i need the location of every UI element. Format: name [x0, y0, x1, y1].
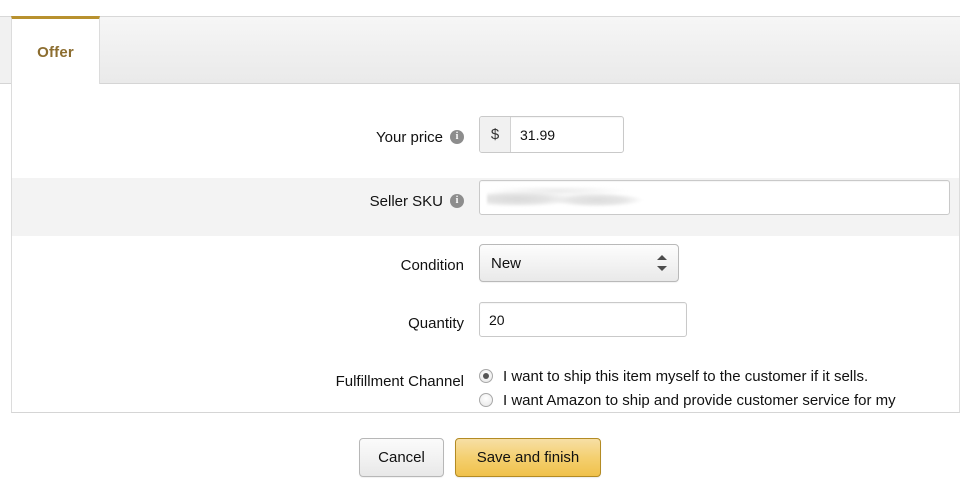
condition-label: Condition	[401, 257, 464, 274]
condition-select[interactable]: New	[479, 244, 679, 282]
your-price-label-cell: Your price i	[12, 114, 464, 150]
tab-bar: Offer	[0, 16, 960, 84]
info-icon[interactable]: i	[450, 130, 464, 144]
form-footer: Cancel Save and finish	[0, 438, 960, 482]
up-down-arrows-icon	[657, 254, 667, 272]
seller-sku-input-wrapper	[479, 180, 950, 215]
quantity-input[interactable]	[479, 302, 687, 337]
condition-select-value: New	[479, 244, 679, 282]
tab-offer-label: Offer	[37, 44, 74, 61]
offer-form-page: Offer Your price i $ Seller SKU i	[0, 0, 960, 500]
fulfillment-option-amazon-label: I want Amazon to ship and provide custom…	[503, 392, 896, 409]
row-condition: Condition New	[12, 242, 959, 300]
your-price-field-cell: $	[464, 114, 959, 153]
cancel-button[interactable]: Cancel	[359, 438, 444, 477]
fulfillment-field-cell: I want to ship this item myself to the c…	[464, 358, 959, 412]
info-icon[interactable]: i	[450, 194, 464, 208]
price-input[interactable]	[511, 117, 623, 152]
seller-sku-label-cell: Seller SKU i	[12, 178, 464, 214]
tab-offer[interactable]: Offer	[11, 16, 100, 85]
fulfillment-label-cell: Fulfillment Channel	[12, 358, 464, 394]
condition-field-cell: New	[464, 242, 959, 282]
price-input-group: $	[479, 116, 624, 153]
currency-symbol: $	[480, 117, 511, 152]
quantity-field-cell	[464, 300, 959, 337]
fulfillment-option-merchant-label: I want to ship this item myself to the c…	[503, 368, 868, 385]
condition-label-cell: Condition	[12, 242, 464, 278]
radio-unselected-icon[interactable]	[479, 393, 493, 407]
tab-bar-filler	[100, 17, 960, 83]
quantity-label-cell: Quantity	[12, 300, 464, 336]
fulfillment-channel-label: Fulfillment Channel	[336, 373, 464, 390]
seller-sku-field-cell	[464, 178, 959, 215]
fulfillment-radio-group: I want to ship this item myself to the c…	[479, 360, 959, 412]
your-price-label: Your price	[376, 129, 443, 146]
seller-sku-label: Seller SKU	[370, 193, 443, 210]
offer-form-panel: Your price i $ Seller SKU i	[11, 84, 960, 413]
row-seller-sku: Seller SKU i	[12, 178, 959, 236]
radio-selected-icon[interactable]	[479, 369, 493, 383]
quantity-label: Quantity	[408, 315, 464, 332]
row-fulfillment-channel: Fulfillment Channel I want to ship this …	[12, 358, 959, 413]
save-and-finish-button[interactable]: Save and finish	[455, 438, 601, 477]
fulfillment-option-amazon[interactable]: I want Amazon to ship and provide custom…	[479, 388, 959, 412]
seller-sku-input[interactable]	[479, 180, 950, 215]
row-quantity: Quantity	[12, 300, 959, 358]
row-your-price: Your price i $	[12, 114, 959, 172]
fulfillment-option-merchant[interactable]: I want to ship this item myself to the c…	[479, 364, 959, 388]
